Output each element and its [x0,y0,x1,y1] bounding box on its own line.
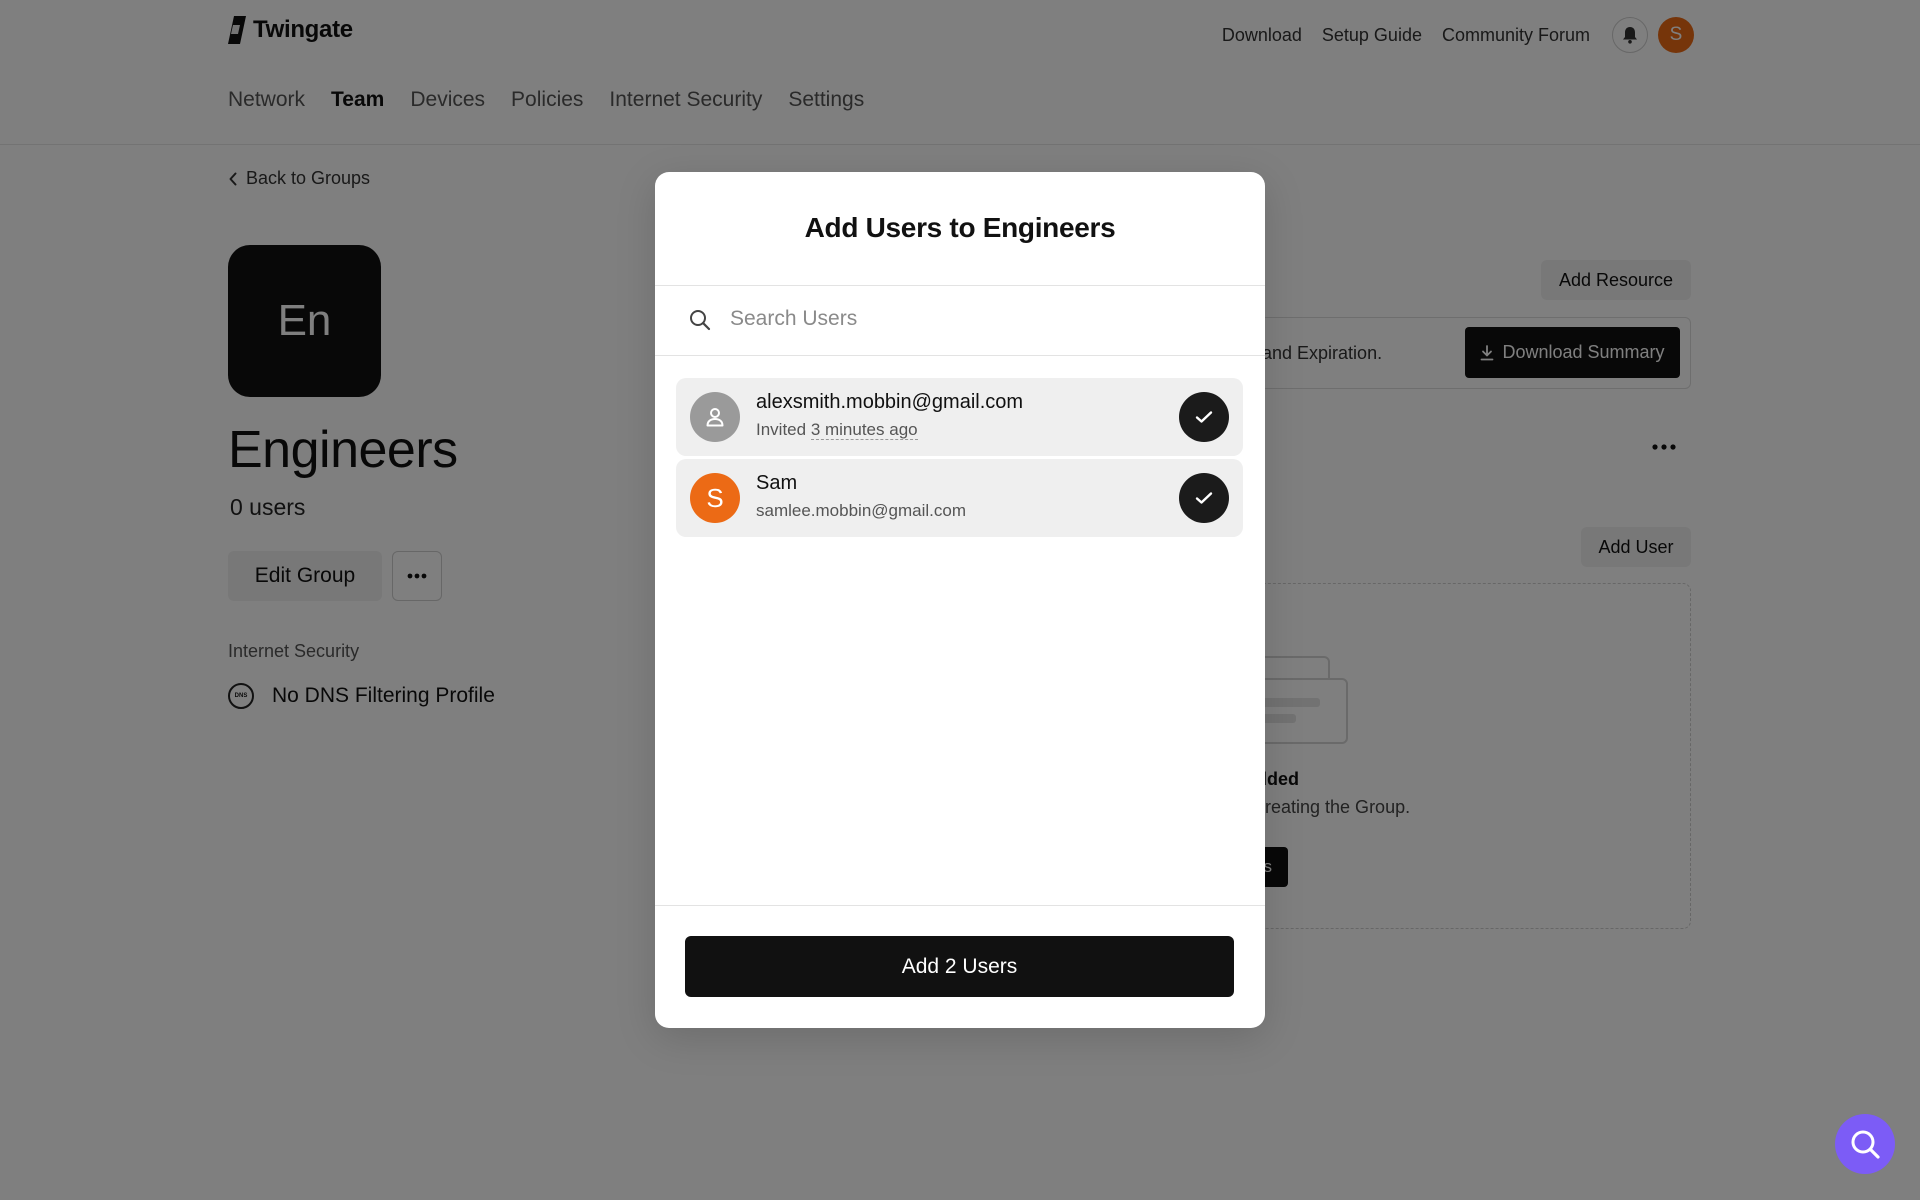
person-icon [706,408,724,427]
invite-prefix: Invited [756,420,811,439]
add-users-submit-button[interactable]: Add 2 Users [685,936,1234,997]
search-users-input[interactable] [730,296,1230,342]
user-email: alexsmith.mobbin@gmail.com [756,391,1024,413]
add-users-modal: Add Users to Engineers alexsmith.mobbin@… [655,172,1265,1028]
selected-check[interactable] [1179,392,1229,442]
invite-time: 3 minutes ago [810,420,918,440]
checkmark-icon [1195,411,1213,423]
search-icon [690,310,711,331]
user-option-alexsmith[interactable]: alexsmith.mobbin@gmail.com Invited 3 min… [676,378,1243,456]
header-divider [655,285,1265,286]
checkmark-icon [1195,492,1213,504]
help-search-button[interactable] [1835,1114,1895,1174]
search-icon [1851,1130,1880,1159]
invite-status: Invited 3 minutes ago [756,420,918,440]
user-name: Sam [756,472,798,494]
avatar [690,392,740,442]
avatar: S [690,473,740,523]
footer-divider [655,905,1265,906]
user-option-sam[interactable]: S Sam samlee.mobbin@gmail.com [676,459,1243,537]
search-divider [655,355,1265,356]
selected-check[interactable] [1179,473,1229,523]
modal-title: Add Users to Engineers [804,212,1116,243]
user-email: samlee.mobbin@gmail.com [756,501,967,520]
